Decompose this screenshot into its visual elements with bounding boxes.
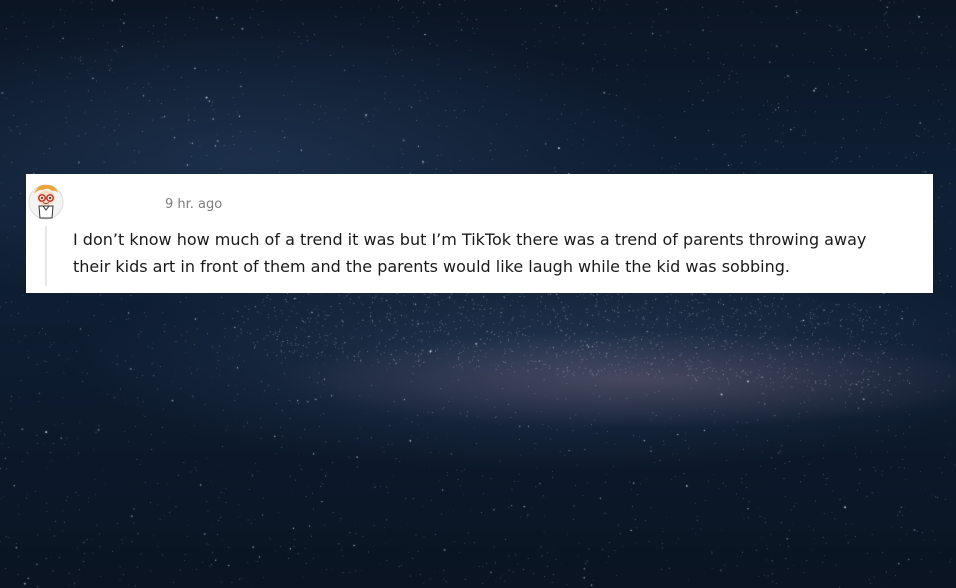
snoo-avatar-icon bbox=[28, 184, 64, 220]
starry-sky-background bbox=[0, 0, 956, 588]
thread-line[interactable] bbox=[45, 226, 47, 286]
comment-body: I don’t know how much of a trend it was … bbox=[73, 230, 867, 276]
comment-timestamp: 9 hr. ago bbox=[165, 197, 223, 212]
comment-card: 9 hr. ago I don’t know how much of a tre… bbox=[26, 174, 933, 293]
